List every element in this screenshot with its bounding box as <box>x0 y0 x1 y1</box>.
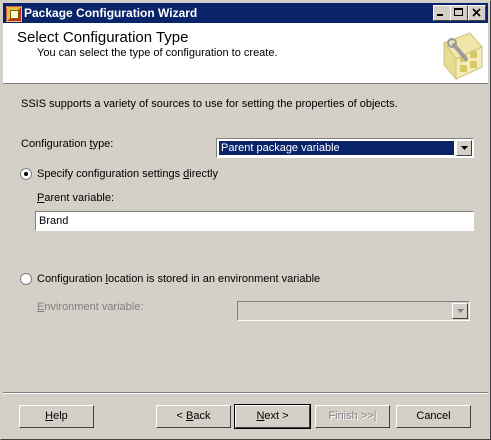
radio-environment-variable[interactable] <box>20 273 32 285</box>
radio-specify-directly-text: Specify configuration settings <box>37 168 184 180</box>
radio-environment-variable-rest: ocation is stored in an environment vari… <box>107 273 321 285</box>
radio-selected-dot <box>24 172 28 176</box>
parent-variable-input[interactable]: Brand <box>35 211 474 231</box>
radio-specify-directly[interactable] <box>20 168 32 180</box>
package-configuration-icon <box>443 32 483 81</box>
configuration-type-label-text: Configuration <box>21 138 90 150</box>
environment-variable-dropdown-button[interactable] <box>452 303 468 319</box>
environment-variable-label: Environment variable: <box>37 301 143 313</box>
radio-environment-variable-text: Configuration <box>37 273 106 285</box>
footer-separator-highlight <box>3 393 488 394</box>
radio-environment-variable-label[interactable]: Configuration location is stored in an e… <box>37 273 320 285</box>
radio-specify-directly-label[interactable]: Specify configuration settings directly <box>37 168 218 180</box>
wizard-app-icon <box>6 6 22 22</box>
back-button-prefix: < <box>176 410 186 422</box>
window-title: Package Configuration Wizard <box>24 6 198 20</box>
page-title: Select Configuration Type <box>17 29 189 46</box>
configuration-type-label: Configuration type: <box>21 138 113 150</box>
configuration-type-dropdown-button[interactable] <box>456 140 472 156</box>
chevron-down-icon <box>457 309 464 313</box>
back-button[interactable]: < Back <box>156 405 231 428</box>
next-button[interactable]: Next > <box>234 404 311 429</box>
configuration-type-select[interactable]: Parent package variable <box>216 138 474 158</box>
maximize-icon <box>454 8 463 16</box>
help-button-label: elp <box>53 410 68 422</box>
radio-specify-directly-rest: irectly <box>189 168 218 180</box>
configuration-type-label-rest: ype: <box>92 138 114 150</box>
wizard-header: Select Configuration Type You can select… <box>3 23 488 84</box>
page-subtitle: You can select the type of configuration… <box>37 47 278 59</box>
chevron-down-icon <box>461 146 468 150</box>
environment-variable-label-rest: nvironment variable: <box>44 301 144 313</box>
intro-text: SSIS supports a variety of sources to us… <box>21 98 398 110</box>
finish-button[interactable]: Finish >>| <box>315 405 390 428</box>
close-icon <box>472 8 481 17</box>
back-button-label: ack <box>193 410 211 422</box>
minimize-button[interactable] <box>433 5 451 21</box>
wizard-window: Package Configuration Wizard Select Conf… <box>0 0 491 440</box>
maximize-button[interactable] <box>450 5 468 21</box>
cancel-button[interactable]: Cancel <box>396 405 471 428</box>
help-button-mnemonic: H <box>45 410 54 422</box>
parent-variable-label-rest: arent variable: <box>44 192 115 204</box>
next-button-label: ext > <box>264 410 289 422</box>
help-button[interactable]: Help <box>19 405 94 428</box>
parent-variable-label: Parent variable: <box>37 192 114 204</box>
close-button[interactable] <box>468 5 486 21</box>
configuration-type-value: Parent package variable <box>219 141 454 155</box>
minimize-icon <box>437 14 443 16</box>
environment-variable-select[interactable] <box>237 301 470 321</box>
title-bar[interactable]: Package Configuration Wizard <box>3 3 488 23</box>
